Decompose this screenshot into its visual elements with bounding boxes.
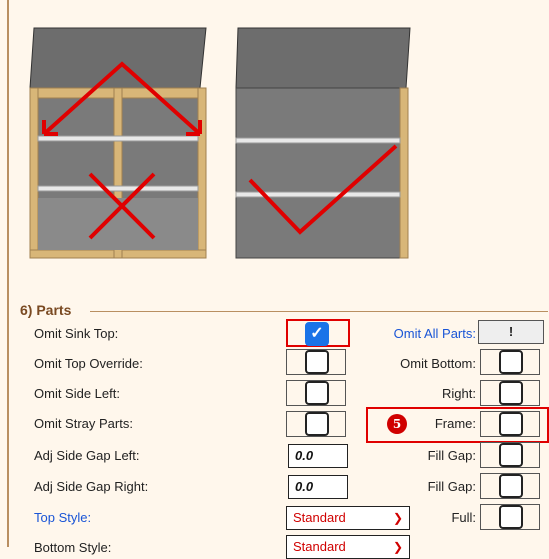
full-checkbox[interactable] (499, 505, 523, 529)
top-style-link[interactable]: Top Style: (34, 510, 91, 525)
section-title: 6) Parts (20, 302, 72, 318)
bottom-style-select[interactable]: Standard ❯ (286, 535, 410, 559)
section-divider (90, 311, 548, 312)
top-style-value: Standard (293, 510, 346, 525)
adj-side-gap-right-label: Adj Side Gap Right: (34, 479, 149, 494)
omit-sink-top-checkbox[interactable]: ✓ (305, 322, 329, 346)
fill-gap-left-label: Fill Gap: (427, 448, 476, 463)
fill-gap-left-checkbox[interactable] (499, 443, 523, 467)
omit-side-left-checkbox[interactable] (305, 381, 329, 405)
omit-all-parts-button[interactable]: ! (478, 320, 544, 344)
left-cabinet (29, 27, 207, 259)
fill-gap-right-label: Fill Gap: (427, 479, 476, 494)
frame-checkbox[interactable] (499, 412, 523, 436)
omit-side-left-label: Omit Side Left: (34, 386, 120, 401)
adj-side-gap-left-label: Adj Side Gap Left: (34, 448, 140, 463)
omit-bottom-checkbox[interactable] (499, 350, 523, 374)
chevron-down-icon: ❯ (392, 540, 403, 554)
right-checkbox[interactable] (499, 381, 523, 405)
adj-side-gap-right-input[interactable]: 0.0 (288, 475, 348, 499)
bottom-style-label: Bottom Style: (34, 540, 112, 555)
omit-top-override-checkbox[interactable] (305, 350, 329, 374)
fill-gap-right-checkbox[interactable] (499, 474, 523, 498)
frame-label: Frame: (434, 416, 476, 431)
omit-bottom-label: Omit Bottom: (400, 356, 476, 371)
full-label: Full: (451, 510, 476, 525)
omit-stray-parts-checkbox[interactable] (305, 412, 329, 436)
omit-all-parts-link[interactable]: Omit All Parts: (378, 326, 476, 341)
right-cabinet (235, 27, 411, 259)
right-label: Right: (442, 386, 476, 401)
cabinet-illustration (29, 27, 411, 259)
omit-stray-parts-label: Omit Stray Parts: (34, 416, 133, 431)
left-border-rule (7, 0, 9, 547)
omit-sink-top-label: Omit Sink Top: (34, 326, 119, 341)
omit-top-override-label: Omit Top Override: (34, 356, 143, 371)
adj-side-gap-left-input[interactable]: 0.0 (288, 444, 348, 468)
